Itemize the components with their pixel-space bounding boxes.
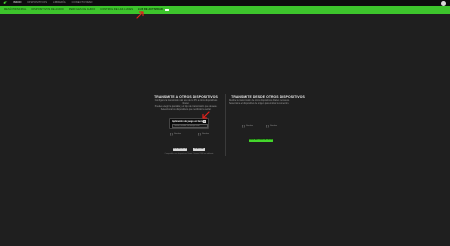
right-device-2[interactable]: [ ] Nombre xyxy=(266,124,277,128)
right-panel-title: TRANSMITE DESDE OTROS DISPOSITIVOS xyxy=(231,95,305,99)
annotation-arrow-icon xyxy=(202,111,210,119)
save-button[interactable]: GUARDAR xyxy=(193,148,205,152)
device-label: Nombre xyxy=(246,125,254,127)
annotation-arrow-icon xyxy=(136,11,144,19)
right-device-1[interactable]: [ ] Nombre xyxy=(242,124,253,128)
device-label: Nombre xyxy=(270,125,278,127)
left-device-1[interactable]: [ ] Nombre xyxy=(170,132,181,136)
razer-logo-icon[interactable] xyxy=(3,1,8,5)
tab-main-menu[interactable]: MENÚ PRINCIPAL xyxy=(4,6,26,14)
reset-button[interactable]: RESTABLECER xyxy=(173,148,188,152)
sub-navigation-bar: MENÚ PRINCIPAL DISPOSITIVOS DE AUDIO PER… xyxy=(0,6,450,14)
left-device-2[interactable]: [ ] Nombre xyxy=(198,132,209,136)
device-label: Nombre xyxy=(174,133,182,135)
tab-lighting-control[interactable]: CONTROL DE LAS LUCES xyxy=(100,6,133,14)
device-label: Nombre xyxy=(202,133,210,135)
popup-input[interactable]: Iniciar sesión en tiempo real xyxy=(172,124,208,128)
left-panel-title: TRANSMITE A OTROS DISPOSITIVOS xyxy=(154,95,218,99)
popup-checkbox[interactable] xyxy=(203,120,206,123)
search-devices-button[interactable]: BUSCAR DISPOSITIVOS xyxy=(249,139,273,143)
panel-divider xyxy=(225,94,226,156)
right-panel-description: Recibe la transmisión de otros dispositi… xyxy=(229,100,291,106)
tab-audio-devices[interactable]: DISPOSITIVOS DE AUDIO xyxy=(31,6,63,14)
device-bracket-icon: [ ] xyxy=(198,132,201,136)
compatibility-note: Compatible con dispositivos Razer Chroma… xyxy=(164,153,214,155)
popup-label: Aplicación de juego en tiempo xyxy=(172,120,206,123)
device-bracket-icon: [ ] xyxy=(170,132,173,136)
tab-audio-profiles[interactable]: PERFILES DE AUDIO xyxy=(69,6,95,14)
device-bracket-icon: [ ] xyxy=(266,124,269,128)
account-avatar-icon[interactable] xyxy=(441,0,446,6)
screen-cast-icon xyxy=(164,8,169,12)
right-desc-line: Selecciona el dispositivo de origen para… xyxy=(229,102,290,105)
device-bracket-icon: [ ] xyxy=(242,124,245,128)
